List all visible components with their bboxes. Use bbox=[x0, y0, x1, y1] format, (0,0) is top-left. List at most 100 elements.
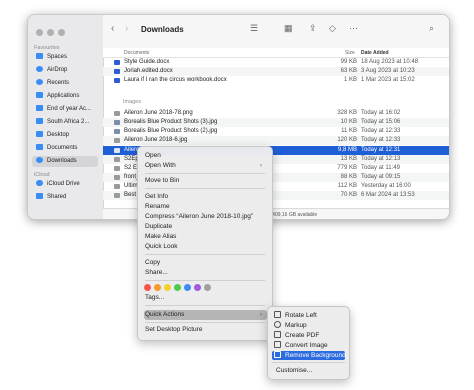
tag-icon[interactable]: ◇ bbox=[329, 23, 336, 34]
sidebar-item-desktop[interactable]: Desktop bbox=[32, 130, 98, 141]
menu-item-compress[interactable]: Compress “Aileron June 2018-10.jpg” bbox=[144, 212, 267, 222]
file-size: 11 KB bbox=[341, 128, 357, 134]
column-header: Documents Size Date Added bbox=[103, 48, 449, 58]
file-row[interactable]: Joriah.edited.docx 63 KB 3 Aug 2023 at 10:… bbox=[103, 67, 449, 76]
list-view-icon[interactable]: ☰ bbox=[250, 23, 258, 34]
submenu-item-rotate-left[interactable]: Rotate Left bbox=[272, 311, 345, 320]
file-name: Aileron June 2018-6.jpg bbox=[124, 137, 188, 143]
document-icon bbox=[36, 144, 43, 150]
file-row[interactable]: Laura if I ran the circus workbook.docx 1… bbox=[103, 76, 449, 85]
forward-icon[interactable]: › bbox=[125, 23, 128, 34]
menu-item-share[interactable]: Share... bbox=[144, 268, 267, 278]
submenu-item-create-pdf[interactable]: Create PDF bbox=[272, 331, 345, 340]
image-file-icon bbox=[114, 129, 120, 134]
chevron-right-icon: › bbox=[260, 312, 262, 318]
tag-green[interactable] bbox=[174, 284, 181, 291]
menu-item-quick-actions[interactable]: Quick Actions › bbox=[144, 310, 267, 320]
context-menu: Open Open With › Move to Bin Get Info Ren… bbox=[137, 146, 273, 341]
folder-icon bbox=[36, 53, 43, 59]
menu-item-get-info[interactable]: Get Info bbox=[144, 192, 267, 202]
submenu-item-remove-background[interactable]: Remove Background bbox=[272, 351, 346, 360]
zoom-window-button[interactable] bbox=[58, 29, 65, 36]
file-size: 10 KB bbox=[340, 119, 357, 125]
menu-item-tags[interactable]: Tags... bbox=[144, 293, 267, 303]
folder-icon bbox=[36, 118, 43, 124]
menu-item-rename[interactable]: Rename bbox=[144, 202, 267, 212]
file-row[interactable]: Aileron June 2018-78.png 328 KB Today at 1… bbox=[103, 109, 449, 118]
image-file-icon bbox=[114, 184, 120, 189]
group-icon[interactable]: ▦ bbox=[284, 23, 293, 34]
menu-item-duplicate[interactable]: Duplicate bbox=[144, 222, 267, 232]
close-window-button[interactable] bbox=[36, 29, 43, 36]
menu-item-make-alias[interactable]: Make Alias bbox=[144, 232, 267, 242]
sidebar-item-recents[interactable]: Recents bbox=[32, 78, 98, 89]
file-name: Style Guide.docx bbox=[124, 59, 170, 65]
file-row[interactable]: Borealis Blue Product Shots (3).jpg 10 KB… bbox=[103, 118, 449, 127]
word-doc-icon bbox=[114, 69, 120, 74]
sidebar-item-documents[interactable]: Documents bbox=[32, 143, 98, 154]
image-file-icon bbox=[114, 111, 120, 116]
chevron-right-icon: › bbox=[260, 163, 262, 169]
sidebar-item-label: Downloads bbox=[47, 158, 77, 164]
image-file-icon bbox=[114, 148, 120, 153]
menu-separator bbox=[145, 280, 265, 281]
image-file-icon bbox=[114, 175, 120, 180]
sidebar-item-shared[interactable]: Shared bbox=[32, 192, 98, 203]
column-size-header[interactable]: Size bbox=[345, 50, 355, 56]
menu-item-copy[interactable]: Copy bbox=[144, 258, 267, 268]
sidebar-item-label: Shared bbox=[47, 194, 67, 200]
image-file-icon bbox=[114, 157, 120, 162]
tag-purple[interactable] bbox=[194, 284, 201, 291]
minimize-window-button[interactable] bbox=[47, 29, 54, 36]
back-icon[interactable]: ‹ bbox=[111, 23, 114, 34]
file-size: 779 KB bbox=[337, 165, 357, 171]
sidebar-item-spaces[interactable]: Spaces bbox=[32, 52, 98, 63]
tag-yellow[interactable] bbox=[164, 284, 171, 291]
file-date: Today at 11:49 bbox=[361, 165, 400, 171]
column-date-header[interactable]: Date Added bbox=[361, 50, 389, 56]
file-date: Today at 12:13 bbox=[361, 156, 401, 162]
submenu-item-convert-image[interactable]: Convert Image bbox=[272, 341, 345, 350]
share-icon[interactable]: ⇪ bbox=[309, 23, 317, 34]
cloud-icon bbox=[36, 180, 43, 186]
tag-orange[interactable] bbox=[154, 284, 161, 291]
menu-item-quick-look[interactable]: Quick Look bbox=[144, 242, 267, 252]
menu-item-open-with[interactable]: Open With › bbox=[144, 161, 267, 171]
submenu-item-customise[interactable]: Customise... bbox=[272, 366, 349, 375]
menu-item-open[interactable]: Open bbox=[144, 151, 267, 161]
file-date: Yesterday at 16:00 bbox=[361, 183, 411, 189]
submenu-item-markup[interactable]: Markup bbox=[272, 321, 345, 330]
sidebar-item-applications[interactable]: Applications bbox=[32, 91, 98, 102]
applications-icon bbox=[36, 92, 43, 98]
sidebar-item-icloud-drive[interactable]: iCloud Drive bbox=[32, 179, 98, 190]
file-date: 6 Mar 2024 at 13:53 bbox=[361, 192, 415, 198]
column-name-header[interactable]: Documents bbox=[124, 50, 149, 56]
sidebar-item-airdrop[interactable]: AirDrop bbox=[32, 65, 98, 76]
rotate-left-icon bbox=[274, 311, 281, 318]
menu-item-set-desktop-picture[interactable]: Set Desktop Picture bbox=[144, 325, 267, 335]
menu-item-move-to-bin[interactable]: Move to Bin bbox=[144, 176, 267, 186]
pdf-icon bbox=[274, 331, 281, 338]
file-row[interactable]: Style Guide.docx 99 KB 18 Aug 2023 at 10:4… bbox=[103, 58, 449, 67]
sidebar-item-downloads[interactable]: Downloads bbox=[32, 156, 98, 167]
file-row[interactable]: Aileron June 2018-6.jpg 120 KB Today at 12… bbox=[103, 136, 449, 145]
sidebar-item-end-of-year[interactable]: End of year Ac... bbox=[32, 104, 98, 115]
file-date: Today at 16:02 bbox=[361, 110, 401, 116]
tag-red[interactable] bbox=[144, 284, 151, 291]
images-group-header: Images bbox=[123, 99, 142, 105]
file-date: Today at 12:33 bbox=[361, 128, 401, 134]
more-options-icon[interactable]: ⋯ bbox=[349, 23, 358, 34]
file-name: Aileron June 2018-78.png bbox=[124, 110, 193, 116]
sidebar-item-label: Desktop bbox=[47, 132, 70, 138]
airdrop-icon bbox=[36, 66, 43, 72]
file-row[interactable]: Borealis Blue Product Shots (2).jpg 11 KB… bbox=[103, 127, 449, 136]
tag-blue[interactable] bbox=[184, 284, 191, 291]
search-icon[interactable]: ⌕ bbox=[429, 23, 434, 34]
tag-gray[interactable] bbox=[204, 284, 211, 291]
file-date: 18 Aug 2023 at 10:48 bbox=[361, 59, 419, 65]
file-name: Borealis Blue Product Shots (2).jpg bbox=[124, 128, 218, 134]
sidebar-item-south-africa[interactable]: South Africa 2... bbox=[32, 117, 98, 128]
sidebar-item-label: South Africa 2... bbox=[47, 119, 90, 125]
file-date: Today at 09:15 bbox=[361, 174, 401, 180]
menu-separator bbox=[145, 173, 265, 174]
